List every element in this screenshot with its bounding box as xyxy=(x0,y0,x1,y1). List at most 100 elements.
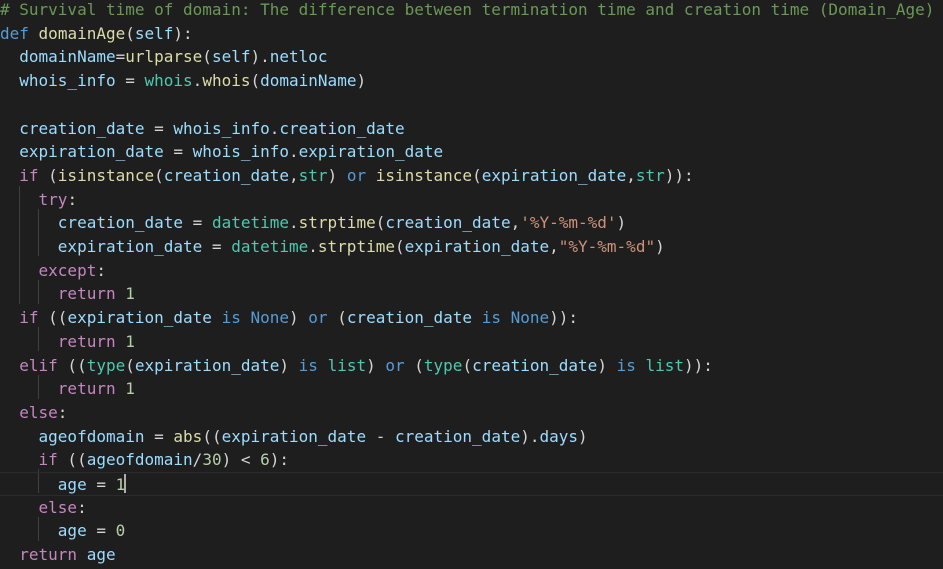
code-token-punct: . xyxy=(192,71,203,91)
code-token-variable: age xyxy=(86,545,116,565)
code-token-number: 0 xyxy=(115,521,126,541)
code-token-func: isinstance xyxy=(57,165,155,185)
code-line[interactable]: return 1 xyxy=(0,282,135,306)
code-line[interactable]: elif ((type(expiration_date) is list) or… xyxy=(0,354,713,378)
code-line[interactable]: expiration_date = whois_info.expiration_… xyxy=(0,140,443,164)
code-token-control: else xyxy=(38,497,78,517)
code-token-punct: . xyxy=(269,118,280,138)
code-line[interactable]: def domainAge(self): xyxy=(0,22,193,46)
code-token-punct: ( xyxy=(462,355,473,375)
code-token-control: else xyxy=(19,402,58,422)
code-token-variable: creation_date xyxy=(385,213,511,233)
code-line[interactable]: return age xyxy=(0,543,116,567)
code-token-control: if xyxy=(38,450,58,470)
code-token-variable: expiration_date xyxy=(134,355,280,375)
code-token-string: '%Y-%m-%d' xyxy=(520,213,617,233)
code-token-variable: netloc xyxy=(269,47,328,67)
code-line[interactable]: except: xyxy=(0,259,106,283)
code-token-operator: / xyxy=(192,450,203,470)
code-token-variable: expiration_date xyxy=(481,165,627,185)
code-token-builtin: type xyxy=(423,355,463,375)
code-line[interactable]: age = 1 xyxy=(0,472,943,496)
code-token-punct: ( xyxy=(154,165,164,185)
code-token-func: strptime xyxy=(317,237,395,256)
code-line[interactable]: else: xyxy=(0,496,87,520)
code-token-param: self xyxy=(211,47,251,67)
code-line[interactable]: return 1 xyxy=(0,330,135,354)
code-token-plain: (( xyxy=(57,450,87,470)
code-token-keyword: def xyxy=(0,23,29,43)
code-line[interactable]: creation_date = whois_info.creation_date xyxy=(0,117,405,141)
code-token-keyword: or xyxy=(385,355,405,375)
code-token-variable: ageofdomain xyxy=(86,450,193,470)
code-token-func: urlparse xyxy=(125,47,203,67)
code-line[interactable]: if ((ageofdomain/30) < 6): xyxy=(0,448,290,472)
code-token-punct: ) xyxy=(366,355,376,375)
code-line[interactable]: whois_info = whois.whois(domainName) xyxy=(0,69,366,93)
code-token-operator: = xyxy=(115,47,126,67)
code-token-punct: ): xyxy=(173,23,193,43)
code-token-variable: domainName xyxy=(19,47,116,67)
code-token-variable: whois_info xyxy=(19,71,116,91)
code-token-punct: ) xyxy=(327,165,338,185)
code-token-punct: , xyxy=(549,237,559,256)
code-line[interactable]: if ((expiration_date is None) or (creati… xyxy=(0,306,578,330)
code-token-control: try xyxy=(38,189,68,209)
code-token-number: 1 xyxy=(125,331,135,351)
code-token-punct: ( xyxy=(250,71,261,91)
code-line[interactable]: try: xyxy=(0,188,78,212)
code-token-keyword: is xyxy=(221,308,241,328)
code-token-keyword: is xyxy=(481,308,501,328)
code-token-variable: creation_date xyxy=(279,118,405,138)
code-token-keyword: is xyxy=(298,355,318,375)
code-token-punct: . xyxy=(308,237,318,256)
code-line[interactable]: creation_date = datetime.strptime(creati… xyxy=(0,211,626,235)
code-editor[interactable]: # Survival time of domain: The differenc… xyxy=(0,0,943,569)
code-token-keyword: None xyxy=(250,308,290,328)
code-token-operator: - xyxy=(366,426,395,446)
code-token-control: if xyxy=(19,308,39,328)
code-token-variable: expiration_date xyxy=(298,142,444,162)
code-token-operator: = xyxy=(163,142,193,162)
code-token-number: 1 xyxy=(125,284,135,304)
code-token-plain: ( xyxy=(38,165,58,185)
code-token-plain: (( xyxy=(57,355,87,375)
code-line[interactable]: # Survival time of domain: The differenc… xyxy=(0,0,934,22)
code-token-operator: < xyxy=(231,450,261,470)
code-line[interactable]: return 1 xyxy=(0,377,135,401)
code-token-variable: creation_date xyxy=(394,426,521,446)
code-token-operator: = xyxy=(202,237,232,256)
code-token-keyword: None xyxy=(510,308,550,328)
code-token-plain: ( xyxy=(327,308,347,328)
code-token-keyword: or xyxy=(308,308,328,328)
code-line[interactable]: domainName=urlparse(self).netloc xyxy=(0,45,328,69)
code-token-punct: ). xyxy=(520,426,540,446)
code-line[interactable]: else: xyxy=(0,401,67,425)
code-line[interactable]: expiration_date = datetime.strptime(expi… xyxy=(0,235,665,259)
code-token-punct: ( xyxy=(375,213,386,233)
code-line[interactable]: age = 0 xyxy=(0,519,125,543)
code-token-punct: : xyxy=(77,497,87,517)
code-line[interactable]: ageofdomain = abs((expiration_date - cre… xyxy=(0,425,588,449)
code-token-control: return xyxy=(57,331,116,351)
code-token-builtin: list xyxy=(327,355,367,375)
code-line[interactable]: if (isinstance(creation_date,str) or isi… xyxy=(0,164,693,188)
code-token-builtin: type xyxy=(86,355,126,375)
